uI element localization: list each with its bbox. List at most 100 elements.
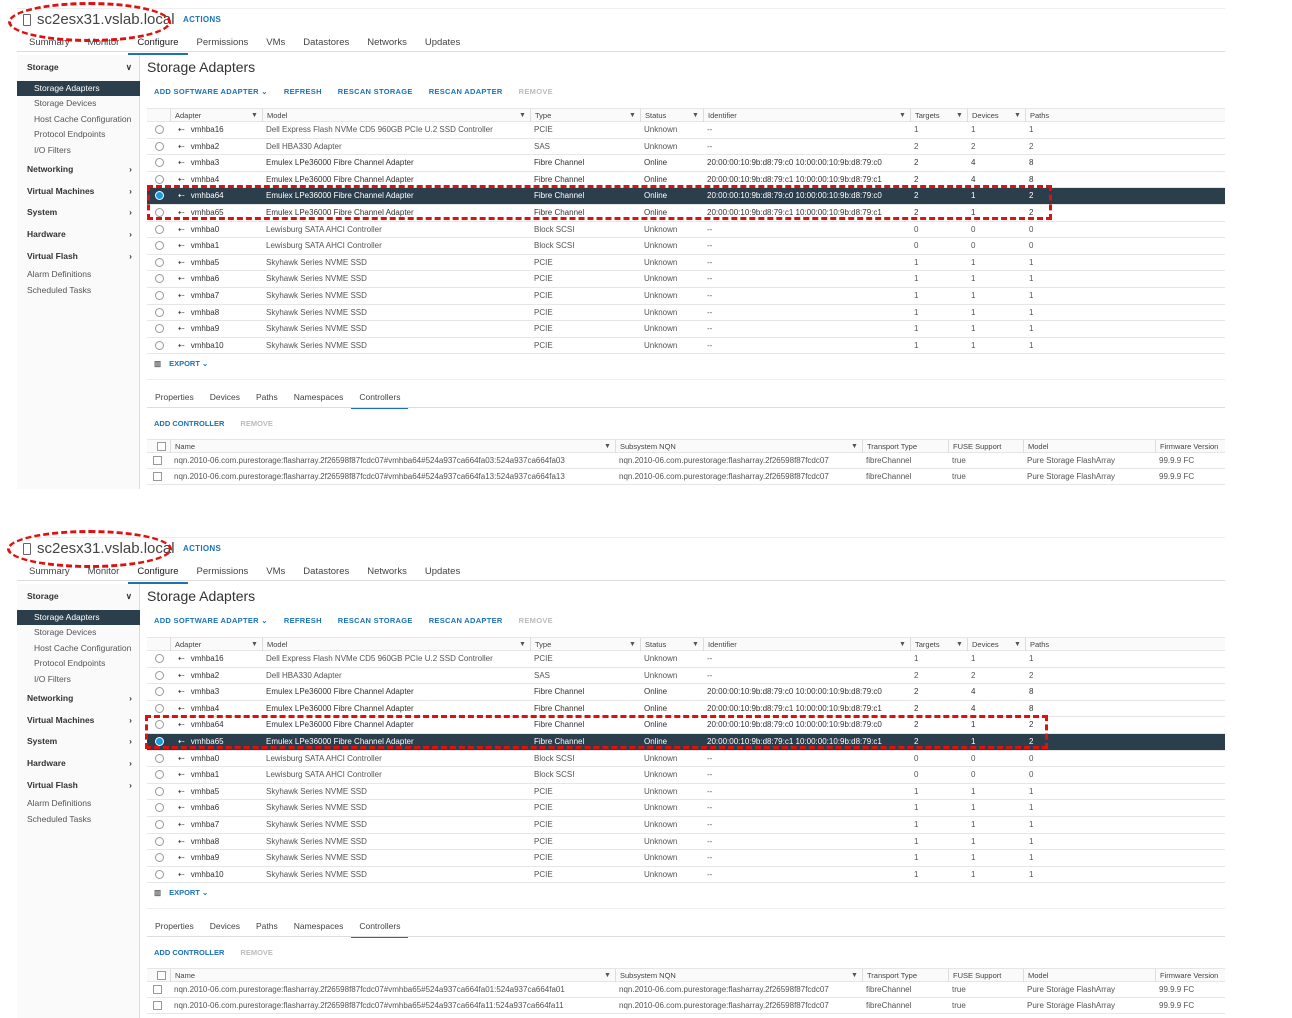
radio-button[interactable] [155, 224, 164, 234]
row-select-radio[interactable] [155, 784, 169, 802]
chevron-right-icon[interactable]: › [129, 162, 132, 177]
sidebar-item-storage-adapters[interactable]: Storage Adapters [17, 81, 140, 96]
row-select-radio[interactable] [155, 767, 169, 785]
rescan-storage-button[interactable]: RESCAN STORAGE [338, 87, 413, 96]
table-row[interactable]: ⇠ vmhba9 Skyhawk Series NVME SSD PCIE Unknow… [147, 850, 1225, 867]
table-row[interactable]: ⇠ vmhba2 Dell HBA330 Adapter SAS Unknown -- 2 2… [147, 668, 1225, 685]
table-row[interactable]: ⇠ vmhba10 Skyhawk Series NVME SSD PCIE Unkno… [147, 338, 1225, 355]
remove-controller-button[interactable]: REMOVE [240, 419, 273, 428]
sidebar-item-virtual-flash[interactable]: Virtual Flash › [17, 778, 140, 793]
chevron-down-icon[interactable]: ∨ [126, 60, 132, 75]
filter-icon[interactable]: ▼ [604, 440, 611, 453]
filter-icon[interactable]: ▼ [851, 969, 858, 982]
column-header-firmware-version[interactable]: Firmware Version [1155, 440, 1225, 453]
detail-tab-devices[interactable]: Devices [202, 918, 248, 938]
checkbox[interactable] [153, 472, 162, 481]
chevron-right-icon[interactable]: › [129, 713, 132, 728]
rescan-adapter-button[interactable]: RESCAN ADAPTER [429, 616, 503, 625]
column-header-name[interactable]: Name [170, 969, 615, 982]
radio-button[interactable] [155, 158, 164, 168]
sidebar-item-system[interactable]: System › [17, 734, 140, 749]
row-select-radio[interactable] [155, 817, 169, 835]
checkbox[interactable] [153, 985, 162, 994]
chevron-right-icon[interactable]: › [129, 691, 132, 706]
sidebar-item-virtual-machines[interactable]: Virtual Machines › [17, 184, 140, 199]
table-row[interactable]: ⇠ vmhba2 Dell HBA330 Adapter SAS Unknown -- 2 2… [147, 139, 1225, 156]
column-header-type[interactable]: Type [530, 109, 640, 122]
export-button[interactable]: ▥ EXPORT ⌄ [154, 888, 208, 897]
chevron-right-icon[interactable]: › [129, 778, 132, 793]
column-header-paths[interactable]: Paths [1025, 109, 1225, 122]
pane-splitter[interactable] [147, 379, 1225, 380]
filter-icon[interactable]: ▼ [251, 109, 258, 122]
sidebar-item-storage-devices[interactable]: Storage Devices [17, 96, 140, 111]
add-controller-button[interactable]: ADD CONTROLLER [154, 419, 224, 428]
filter-icon[interactable]: ▼ [629, 638, 636, 651]
detail-tab-namespaces[interactable]: Namespaces [286, 389, 352, 409]
filter-icon[interactable]: ▼ [692, 638, 699, 651]
detail-tab-paths[interactable]: Paths [248, 389, 286, 409]
sidebar-item-virtual-machines[interactable]: Virtual Machines › [17, 713, 140, 728]
controller-row[interactable]: nqn.2010-06.com.purestorage:flasharray.2… [147, 998, 1225, 1014]
radio-button[interactable] [155, 274, 164, 284]
add-software-adapter-button[interactable]: ADD SOFTWARE ADAPTER ⌄ [154, 87, 268, 96]
radio-button[interactable] [155, 257, 164, 267]
row-select-radio[interactable] [155, 271, 169, 289]
detail-tab-paths[interactable]: Paths [248, 918, 286, 938]
table-row[interactable]: ⇠ vmhba1 Lewisburg SATA AHCI Controller Blo… [147, 238, 1225, 255]
table-row[interactable]: ⇠ vmhba1 Lewisburg SATA AHCI Controller Blo… [147, 767, 1225, 784]
sidebar-item-alarm-definitions[interactable]: Alarm Definitions [17, 267, 140, 282]
column-header-identifier[interactable]: Identifier [703, 638, 910, 651]
row-checkbox[interactable] [153, 469, 162, 487]
filter-icon[interactable]: ▼ [251, 638, 258, 651]
row-select-radio[interactable] [155, 288, 169, 306]
sidebar-item-storage-adapters[interactable]: Storage Adapters [17, 610, 140, 625]
radio-button[interactable] [155, 174, 164, 184]
column-header-transport-type[interactable]: Transport Type [862, 969, 948, 982]
filter-icon[interactable]: ▼ [851, 440, 858, 453]
checkbox[interactable] [157, 442, 166, 451]
column-header-adapter[interactable]: Adapter [170, 109, 262, 122]
column-header-fuse-support[interactable]: FUSE Support [948, 969, 1023, 982]
rescan-storage-button[interactable]: RESCAN STORAGE [338, 616, 413, 625]
radio-button[interactable] [155, 241, 164, 251]
filter-icon[interactable]: ▼ [519, 109, 526, 122]
sidebar-item-system[interactable]: System › [17, 205, 140, 220]
radio-button[interactable] [155, 703, 164, 713]
add-controller-button[interactable]: ADD CONTROLLER [154, 948, 224, 957]
column-header-model[interactable]: Model [262, 109, 530, 122]
column-header-transport-type[interactable]: Transport Type [862, 440, 948, 453]
column-toggle-icon[interactable]: ▥ [154, 359, 161, 368]
table-row[interactable]: ⇠ vmhba9 Skyhawk Series NVME SSD PCIE Unknow… [147, 321, 1225, 338]
sidebar-item-protocol-endpoints[interactable]: Protocol Endpoints [17, 656, 140, 671]
radio-button[interactable] [155, 125, 164, 134]
rescan-adapter-button[interactable]: RESCAN ADAPTER [429, 87, 503, 96]
table-row[interactable]: ⇠ vmhba3 Emulex LPe36000 Fibre Channel Ada… [147, 684, 1225, 701]
filter-icon[interactable]: ▼ [604, 969, 611, 982]
radio-button[interactable] [155, 803, 164, 813]
chevron-right-icon[interactable]: › [129, 205, 132, 220]
sidebar-item-storage-devices[interactable]: Storage Devices [17, 625, 140, 640]
column-header-model[interactable]: Model [262, 638, 530, 651]
sidebar-item-scheduled-tasks[interactable]: Scheduled Tasks [17, 283, 140, 298]
table-row[interactable]: ⇠ vmhba7 Skyhawk Series NVME SSD PCIE Unknow… [147, 817, 1225, 834]
sidebar-item-networking[interactable]: Networking › [17, 691, 140, 706]
sidebar-item-storage[interactable]: Storage ∨ [17, 60, 140, 75]
row-select-radio[interactable] [155, 255, 169, 273]
column-header-firmware-version[interactable]: Firmware Version [1155, 969, 1225, 982]
sidebar-item-virtual-flash[interactable]: Virtual Flash › [17, 249, 140, 264]
table-row[interactable]: ⇠ vmhba0 Lewisburg SATA AHCI Controller Blo… [147, 751, 1225, 768]
radio-button[interactable] [155, 753, 164, 763]
sidebar-item-networking[interactable]: Networking › [17, 162, 140, 177]
table-row[interactable]: ⇠ vmhba8 Skyhawk Series NVME SSD PCIE Unknow… [147, 305, 1225, 322]
column-header-subsystem-nqn[interactable]: Subsystem NQN [615, 969, 862, 982]
remove-button[interactable]: REMOVE [519, 616, 553, 625]
sidebar-item-scheduled-tasks[interactable]: Scheduled Tasks [17, 812, 140, 827]
checkbox[interactable] [157, 971, 166, 980]
row-select-radio[interactable] [155, 751, 169, 769]
radio-button[interactable] [155, 687, 164, 697]
row-select-radio[interactable] [155, 867, 169, 885]
radio-button[interactable] [155, 869, 164, 879]
row-select-radio[interactable] [155, 338, 169, 356]
row-select-radio[interactable] [155, 668, 169, 686]
